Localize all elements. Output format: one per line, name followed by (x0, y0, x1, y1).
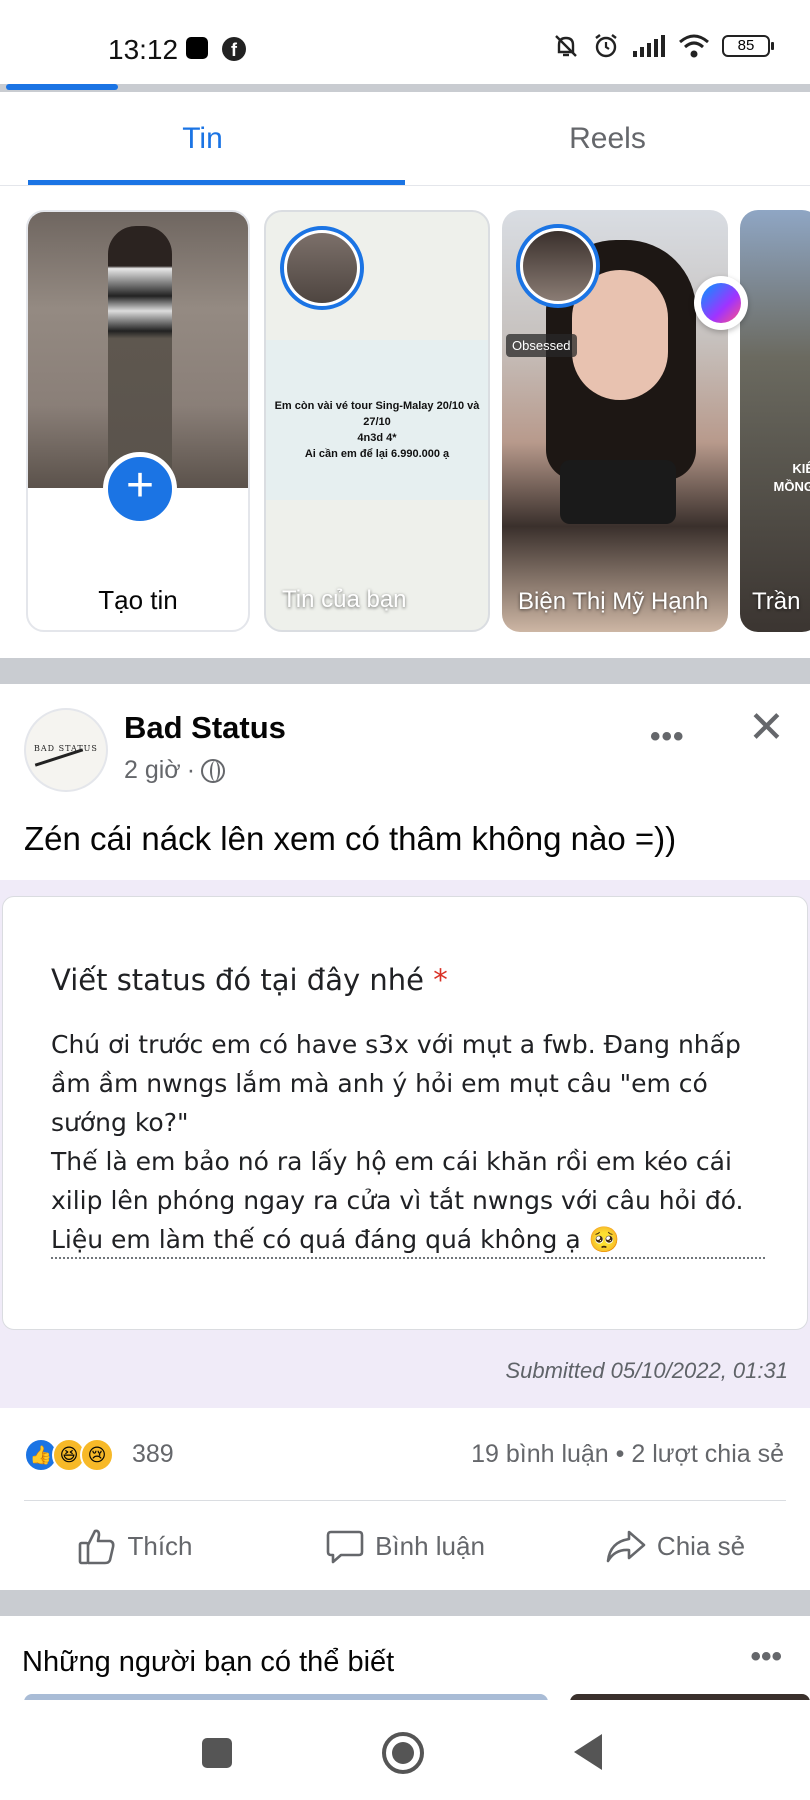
sad-icon: 😢 (80, 1438, 114, 1472)
form-answer-line: xilip lên phóng ngay ra cửa vì tắt nwngs… (51, 1186, 744, 1215)
tab-tin[interactable]: Tin (0, 92, 405, 185)
share-icon (606, 1530, 646, 1563)
create-story-label: Tạo tin (98, 585, 178, 615)
post-time[interactable]: 2 giờ (124, 756, 181, 785)
create-story-card[interactable]: + Tạo tin (26, 210, 250, 632)
page-name[interactable]: Bad Status (124, 710, 286, 746)
share-label: Chia sẻ (656, 1530, 746, 1561)
divider (24, 1500, 786, 1501)
story-label: Trần (752, 588, 801, 615)
loading-progress-fill (6, 84, 118, 90)
meta-separator: · (186, 756, 196, 784)
post-caption: Zén cái náck lên xem có thâm không nào =… (24, 820, 677, 857)
form-answer-line: ầm ầm nwngs lắm mà anh ý hỏi em mụt câu … (51, 1069, 708, 1098)
story-card-your-story[interactable]: Em còn vài vé tour Sing-Malay 20/10 và 2… (264, 210, 490, 632)
form-answer-line: Thế là em bảo nó ra lấy hộ em cái khăn r… (51, 1147, 732, 1176)
comment-label: Bình luận (375, 1530, 485, 1561)
submitted-timestamp: Submitted 05/10/2022, 01:31 (505, 1358, 788, 1383)
share-button[interactable]: Chia sẻ (540, 1502, 810, 1590)
comment-button[interactable]: Bình luận (270, 1502, 540, 1590)
story-avatar (280, 226, 364, 310)
comments-shares-count[interactable]: 19 bình luận • 2 lượt chia sẻ (471, 1440, 784, 1469)
story-label: Biện Thị Mỹ Hạnh (518, 588, 709, 615)
music-tag: Obsessed (506, 334, 577, 357)
post-meta: 2 giờ · (124, 756, 226, 785)
post-more-options-icon[interactable]: ••• (650, 720, 685, 754)
stories-tabs: Tin Reels (0, 92, 810, 186)
form-card: Viết status đó tại đây nhé * Chú ơi trướ… (2, 896, 808, 1330)
like-label: Thích (127, 1530, 193, 1561)
tab-reels[interactable]: Reels (405, 92, 810, 185)
like-button[interactable]: Thích (0, 1502, 270, 1590)
story-avatar (516, 224, 600, 308)
create-story-photo (28, 212, 248, 488)
form-answer: Chú ơi trước em có have s3x với mụt a fw… (51, 1025, 771, 1259)
status-time: 13:12 (108, 34, 179, 65)
alarm-icon (595, 34, 617, 58)
recents-button-icon[interactable] (202, 1738, 232, 1768)
post-header: BAD STATUS Bad Status 2 giờ · ••• ✕ (0, 684, 810, 800)
page-avatar[interactable]: BAD STATUS (24, 708, 108, 792)
reaction-icons[interactable]: 👍 😆 😢 (24, 1438, 114, 1472)
post-image-form[interactable]: Viết status đó tại đây nhé * Chú ơi trướ… (0, 880, 810, 1408)
form-answer-line: Liệu em làm thế có quá đáng quá không ạ … (51, 1225, 620, 1254)
thumbs-up-icon (79, 1529, 115, 1565)
battery-icon: 85 (722, 35, 774, 57)
form-answer-line: sướng ko?" (51, 1108, 189, 1137)
story-photo-outfit (560, 460, 676, 524)
stories-tray: + Tạo tin Em còn vài vé tour Sing-Malay … (0, 188, 810, 658)
story-label: Tin của bạn (282, 586, 407, 613)
form-question-text: Viết status đó tại đây nhé (51, 963, 424, 997)
form-answer-underline (51, 1257, 765, 1259)
loading-progress-bar (0, 84, 810, 92)
section-separator (0, 658, 810, 684)
status-bar: 13:12 f 85 (0, 0, 810, 84)
facebook-notification-icon: f (222, 37, 246, 61)
reactions-bar: 👍 😆 😢 389 19 bình luận • 2 lượt chia sẻ (0, 1408, 810, 1502)
hide-post-close-icon[interactable]: ✕ (748, 706, 785, 750)
wifi-icon (679, 34, 709, 58)
story-text-content: KIÊ MỒNG (773, 461, 810, 494)
public-globe-icon (201, 758, 226, 783)
page-logo-text: BAD STATUS (34, 744, 98, 753)
signal-icon (633, 35, 665, 57)
profile-photo-figure (108, 226, 172, 476)
add-story-plus-icon[interactable]: + (103, 452, 177, 526)
suggestions-title: Những người bạn có thể biết (22, 1646, 395, 1678)
messenger-icon[interactable] (694, 276, 748, 330)
mute-bell-icon (555, 35, 577, 57)
system-nav-bar (0, 1700, 810, 1800)
notification-app-icon (186, 37, 208, 59)
form-question: Viết status đó tại đây nhé * (51, 963, 448, 997)
story-card-partial[interactable]: KIÊ MỒNG Trần (740, 210, 810, 632)
post-actions: Thích Bình luận Chia sẻ (0, 1502, 810, 1590)
comment-icon (326, 1530, 364, 1564)
story-card-friend[interactable]: Obsessed Biện Thị Mỹ Hạnh (502, 210, 728, 632)
form-answer-line: Chú ơi trước em có have s3x với mụt a fw… (51, 1030, 741, 1059)
people-you-may-know: Những người bạn có thể biết ••• (0, 1616, 810, 1702)
story-text-content: Em còn vài vé tour Sing-Malay 20/10 và 2… (274, 400, 480, 460)
back-button-icon[interactable] (574, 1734, 602, 1770)
reaction-count[interactable]: 389 (132, 1440, 174, 1469)
home-button-icon[interactable] (382, 1732, 424, 1774)
required-mark: * (433, 963, 448, 997)
section-separator (0, 1590, 810, 1616)
status-icons: 85 (552, 32, 774, 60)
suggestions-more-options-icon[interactable]: ••• (750, 1640, 782, 1674)
